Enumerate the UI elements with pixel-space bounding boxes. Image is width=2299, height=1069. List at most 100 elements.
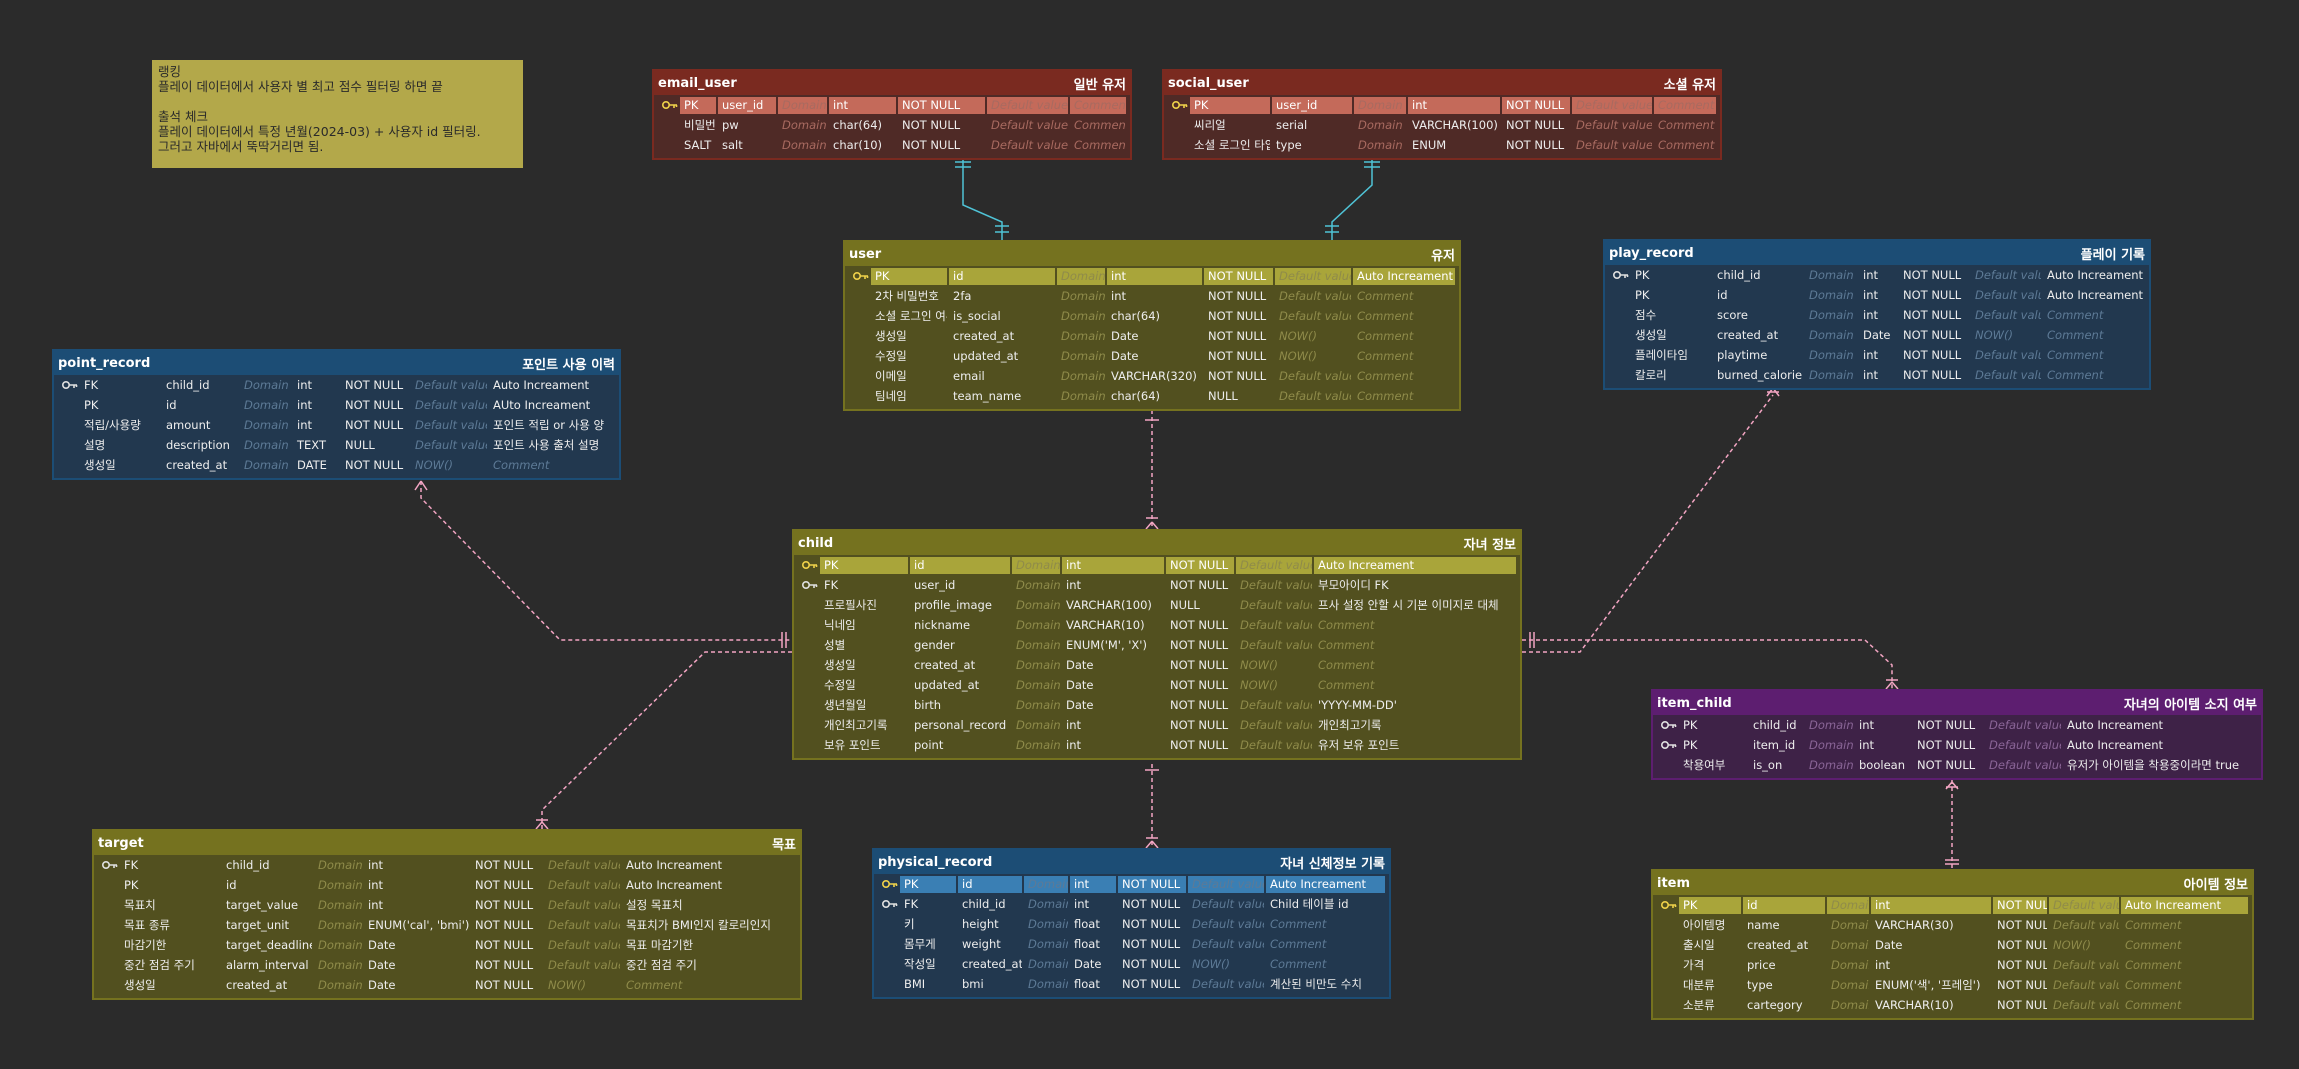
table-header[interactable]: play_record 플레이 기록: [1605, 241, 2149, 265]
table-row[interactable]: 적립/사용량 amount Domain int NOT NULL Default val…: [58, 416, 615, 436]
table-row[interactable]: 생성일 created_at Domain Date NOT NULL NOW() Comm…: [849, 327, 1455, 347]
table-row[interactable]: PKidDomainintNOT NULLDefault valueAuto I…: [878, 875, 1385, 895]
table-row[interactable]: 프로필사진 profile_image Domain VARCHAR(100) NULL…: [798, 596, 1516, 616]
cell-def: Default value: [1975, 268, 2041, 282]
table-row[interactable]: 몸무게 weight Domain float NOT NULL Default valu…: [878, 935, 1385, 955]
table-point-record[interactable]: point_record 포인트 사용 이력 FK child_id Domain int…: [52, 349, 621, 480]
table-row[interactable]: PK user_id Domain int NOT NULL Default value C…: [1168, 96, 1716, 116]
table-row[interactable]: 아이템명 name Domain VARCHAR(30) NOT NULL Default…: [1657, 916, 2248, 936]
table-header[interactable]: point_record 포인트 사용 이력: [54, 351, 619, 375]
table-row[interactable]: 마감기한 target_deadline Domain Date NOT NULL Def…: [98, 936, 796, 956]
table-row[interactable]: 출시일 created_at Domain Date NOT NULL NOW() Comm…: [1657, 936, 2248, 956]
table-row[interactable]: PK child_id Domain int NOT NULL Default value…: [1609, 266, 2145, 286]
table-row[interactable]: BMI bmi Domain float NOT NULL Default value 계산…: [878, 975, 1385, 995]
table-row[interactable]: PKidDomainintNOT NULLDefault valueAuto I…: [1657, 896, 2248, 916]
table-target[interactable]: target 목표 FK child_id Domain int NOT NULL Defau…: [92, 829, 802, 1000]
table-header[interactable]: item 아이템 정보: [1653, 871, 2252, 895]
table-row[interactable]: PK child_id Domain int NOT NULL Default value…: [1657, 716, 2257, 736]
cell-nn: NOT NULL: [1170, 638, 1229, 652]
table-row[interactable]: 닉네임 nickname Domain VARCHAR(10) NOT NULL Defa…: [798, 616, 1516, 636]
table-row[interactable]: 가격 price Domain int NOT NULL Default value Com…: [1657, 956, 2248, 976]
cell-cmt: Auto Increament: [2121, 897, 2248, 914]
cell-cmt: 프사 설정 안할 시 기본 이미지로 대체: [1318, 598, 1499, 612]
table-row[interactable]: 개인최고기록 personal_record Domain int NOT NULL De…: [798, 716, 1516, 736]
table-user[interactable]: user 유저 PK id Domain int NOT NULL Default value…: [843, 240, 1461, 411]
table-row[interactable]: PK id Domain int NOT NULL Default value AUto I…: [58, 396, 615, 416]
table-row[interactable]: 수정일 updated_at Domain Date NOT NULL NOW() Comm…: [849, 347, 1455, 367]
table-row[interactable]: PKidDomainintNOT NULLDefault valueAuto I…: [798, 556, 1516, 576]
memo-note[interactable]: 랭킹 플레이 데이터에서 사용자 별 최고 점수 필터링 하면 끝 출석 체크 …: [152, 60, 523, 168]
cell-nn: NULL: [345, 438, 375, 452]
table-row[interactable]: 비밀번호 pw Domain char(64) NOT NULL Default valu…: [658, 116, 1126, 136]
table-row[interactable]: PKidDomainintNOT NULLDefault valueAuto I…: [1609, 286, 2145, 306]
table-child[interactable]: child 자녀 정보 PK id Domain int NOT NULL Default v…: [792, 529, 1522, 760]
table-row[interactable]: PK item_id Domain int NOT NULL Default value A…: [1657, 736, 2257, 756]
cell-cmt: Comment: [2125, 938, 2182, 952]
cell-dom: Domain: [1831, 978, 1869, 992]
table-row[interactable]: 대분류 type Domain ENUM('색', '프레임') NOT NULL Def…: [1657, 976, 2248, 996]
cell-key: 생성일: [824, 658, 856, 672]
table-social-user[interactable]: social_user 소셜 유저 PK user_id Domain int NOT NU…: [1162, 69, 1722, 160]
table-row[interactable]: 2차 비밀번호 2fa Domain int NOT NULL Default value…: [849, 287, 1455, 307]
table-row[interactable]: 씨리얼 serial Domain VARCHAR(100) NOT NULL Defau…: [1168, 116, 1716, 136]
cell-cmt: Comment: [1654, 97, 1716, 114]
link-marker[interactable]: [414, 480, 787, 648]
cell-cmt: Comment: [2047, 308, 2104, 322]
cell-type: float: [1074, 917, 1100, 931]
table-row[interactable]: 팀네임 team_name Domain char(64) NULL Default va…: [849, 387, 1455, 407]
cell-nn: NOT NULL: [1166, 557, 1234, 574]
table-row[interactable]: 이메일 email Domain VARCHAR(320) NOT NULL Defaul…: [849, 367, 1455, 387]
table-row[interactable]: SALT salt Domain char(10) NOT NULL Default va…: [658, 136, 1126, 156]
table-item[interactable]: item아이템 정보PKidDomainintNOT NULLDefault v…: [1651, 869, 2254, 1020]
table-header[interactable]: item_child 자녀의 아이템 소지 여부: [1653, 691, 2261, 715]
table-header[interactable]: child 자녀 정보: [794, 531, 1520, 555]
link-child-to-target[interactable]: [541, 651, 792, 829]
table-row[interactable]: 설명 description Domain TEXT NULL Default value…: [58, 436, 615, 456]
table-row[interactable]: 소분류 cartegory Domain VARCHAR(10) NOT NULL Def…: [1657, 996, 2248, 1016]
table-row[interactable]: 소셜 로그인 타입 type Domain ENUM NOT NULL Default v…: [1168, 136, 1716, 156]
table-row[interactable]: 칼로리 burned_calorie Domain int NOT NULL Defaul…: [1609, 366, 2145, 386]
table-row[interactable]: 소셜 로그인 여부 is_social Domain char(64) NOT NULL…: [849, 307, 1455, 327]
cell-cmt: Comment: [2047, 368, 2104, 382]
table-row[interactable]: 작성일 created_at Domain Date NOT NULL NOW() Comm…: [878, 955, 1385, 975]
table-row[interactable]: 생년월일 birth Domain Date NOT NULL Default value…: [798, 696, 1516, 716]
table-row[interactable]: 수정일 updated_at Domain Date NOT NULL NOW() Comm…: [798, 676, 1516, 696]
table-row[interactable]: 점수 score Domain int NOT NULL Default value Com…: [1609, 306, 2145, 326]
table-row[interactable]: FK child_id Domain int NOT NULL Default value…: [58, 376, 615, 396]
table-row[interactable]: 보유 포인트 point Domain int NOT NULL Default valu…: [798, 736, 1516, 756]
link-email-user-to-user[interactable]: [962, 160, 1003, 240]
table-row[interactable]: 중간 점검 주기 alarm_interval Domain Date NOT NULL…: [98, 956, 796, 976]
table-row[interactable]: FK user_id Domain int NOT NULL Default value 부…: [798, 576, 1516, 596]
erd-canvas[interactable]: 랭킹 플레이 데이터에서 사용자 별 최고 점수 필터링 하면 끝 출석 체크 …: [0, 0, 2299, 1069]
table-row[interactable]: FK child_id Domain int NOT NULL Default value…: [98, 856, 796, 876]
link-child-to-point-record[interactable]: [420, 481, 792, 641]
table-row[interactable]: PKidDomainintNOT NULLDefault valueAuto I…: [849, 267, 1455, 287]
table-row[interactable]: 생성일 created_at Domain Date NOT NULL NOW() Comm…: [98, 976, 796, 996]
table-row[interactable]: 목표치 target_value Domain int NOT NULL Default …: [98, 896, 796, 916]
table-header[interactable]: social_user 소셜 유저: [1164, 71, 1720, 95]
table-play-record[interactable]: play_record 플레이 기록 PK child_id Domain int NOT …: [1603, 239, 2151, 390]
table-row[interactable]: FK child_id Domain int NOT NULL Default value…: [878, 895, 1385, 915]
cell-type: int: [297, 418, 312, 432]
table-row[interactable]: 생성일 created_at Domain DATE NOT NULL NOW() Comm…: [58, 456, 615, 476]
table-row[interactable]: 착용여부 is_on Domain boolean NOT NULL Default va…: [1657, 756, 2257, 776]
table-row[interactable]: PK user_id Domain int NOT NULL Default value C…: [658, 96, 1126, 116]
table-header[interactable]: email_user 일반 유저: [654, 71, 1130, 95]
table-row[interactable]: 목표 종류 target_unit Domain ENUM('cal', 'bmi')…: [98, 916, 796, 936]
table-row[interactable]: PKidDomainintNOT NULLDefault valueAuto I…: [98, 876, 796, 896]
link-child-to-play-record[interactable]: [1522, 394, 1774, 653]
table-physical-record[interactable]: physical_record자녀 신체정보 기록PKidDomainintNO…: [872, 848, 1391, 999]
table-header[interactable]: target 목표: [94, 831, 800, 855]
table-email-user[interactable]: email_user 일반 유저 PK user_id Domain int NOT NUL…: [652, 69, 1132, 160]
link-child-to-item-child[interactable]: [1522, 639, 1893, 689]
table-item-child[interactable]: item_child 자녀의 아이템 소지 여부 PK child_id Domain i…: [1651, 689, 2263, 780]
cell-nn: NOT NULL: [1997, 998, 2047, 1012]
link-social-user-to-user[interactable]: [1331, 160, 1373, 240]
table-row[interactable]: 성별 gender Domain ENUM('M', 'X') NOT NULL Defa…: [798, 636, 1516, 656]
table-header[interactable]: user 유저: [845, 242, 1459, 266]
table-row[interactable]: 생성일 created_at Domain Date NOT NULL NOW() Comm…: [798, 656, 1516, 676]
table-row[interactable]: 플레이타임 playtime Domain int NOT NULL Default va…: [1609, 346, 2145, 366]
table-row[interactable]: 생성일 created_at Domain Date NOT NULL NOW() Comm…: [1609, 326, 2145, 346]
table-header[interactable]: physical_record 자녀 신체정보 기록: [874, 850, 1389, 874]
table-row[interactable]: 키 height Domain float NOT NULL Default value C…: [878, 915, 1385, 935]
